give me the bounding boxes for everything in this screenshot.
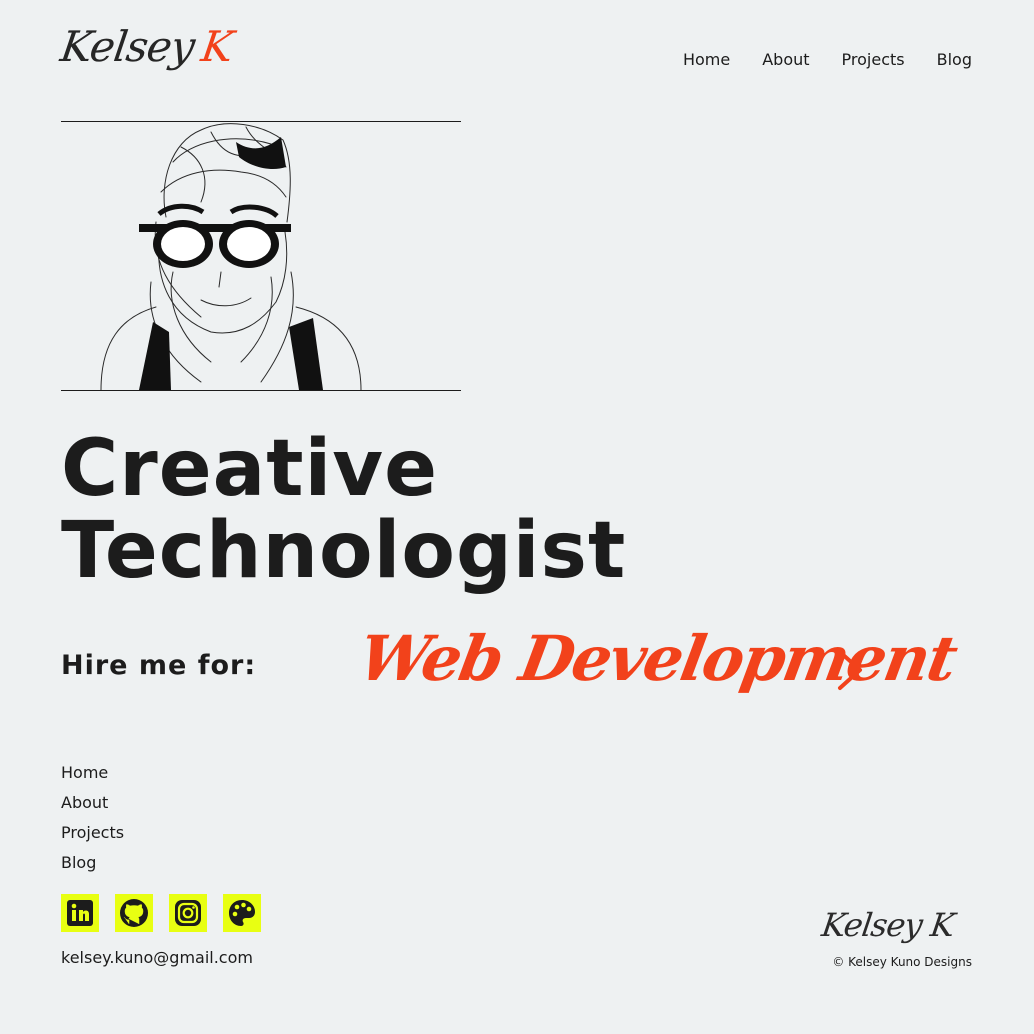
- nav-projects[interactable]: Projects: [842, 50, 905, 69]
- portrait-sketch: [100, 123, 362, 390]
- palette-icon: [229, 900, 255, 926]
- nav-blog[interactable]: Blog: [937, 50, 972, 69]
- portrait-illustration: [61, 121, 461, 391]
- footer-nav-home[interactable]: Home: [61, 758, 124, 788]
- logo-last-initial: K: [198, 22, 236, 71]
- email-link[interactable]: kelsey.kuno@gmail.com: [61, 948, 253, 967]
- linkedin-icon: [67, 900, 93, 926]
- social-links: [61, 894, 261, 932]
- page: KelseyK Home About Projects Blog Creativ…: [0, 0, 1034, 1034]
- page-title: Creative Technologist: [61, 428, 626, 592]
- copyright-text: © Kelsey Kuno Designs: [832, 955, 972, 969]
- footer-nav-about[interactable]: About: [61, 788, 124, 818]
- chevron-right-icon: [838, 650, 862, 690]
- instagram-link[interactable]: [169, 894, 207, 932]
- footer-nav-projects[interactable]: Projects: [61, 818, 124, 848]
- top-nav: Home About Projects Blog: [683, 50, 972, 69]
- footer-nav-blog[interactable]: Blog: [61, 848, 124, 878]
- instagram-icon: [175, 900, 201, 926]
- nav-home[interactable]: Home: [683, 50, 730, 69]
- github-link[interactable]: [115, 894, 153, 932]
- nav-about[interactable]: About: [762, 50, 809, 69]
- headline-line-1: Creative: [61, 424, 439, 514]
- footer-nav: Home About Projects Blog: [61, 758, 124, 878]
- next-service-button[interactable]: [828, 646, 872, 694]
- linkedin-link[interactable]: [61, 894, 99, 932]
- site-logo[interactable]: KelseyK: [58, 22, 236, 71]
- hire-label: Hire me for:: [61, 650, 257, 681]
- logo-first-name: Kelsey: [57, 22, 198, 71]
- portfolio-link[interactable]: [223, 894, 261, 932]
- headline-line-2: Technologist: [61, 506, 627, 596]
- footer-logo: Kelsey K: [819, 906, 957, 944]
- github-icon: [120, 899, 148, 927]
